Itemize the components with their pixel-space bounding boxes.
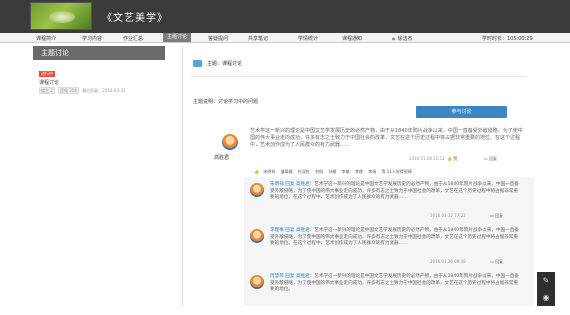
eye-icon[interactable]: ◉ — [537, 289, 555, 306]
liker-name[interactable]: 孙雁 — [328, 169, 336, 174]
topic-sidebar: 主题讨论 进行中 课程讨论 楼主 2 回帖 256 最后回复：2016-03-3… — [33, 46, 165, 94]
main-nav: 课程简介 学习内容 作业汇总 主题讨论 答疑提问 共享笔记 学情统计 课程通知 … — [0, 33, 570, 43]
reply-icon: ▭ — [484, 156, 488, 161]
reply-button[interactable]: ▭ 回复 — [490, 259, 503, 265]
list-item: 李理事 回复 高胜君：艺术学这一新兴的理论是中国文艺学发展历史的必然产物，由于从… — [244, 223, 526, 269]
divider — [191, 76, 526, 77]
user-name[interactable]: 徐洁杰 — [392, 35, 413, 42]
thumb-up-icon: 👍 — [447, 156, 452, 161]
nav-item-content[interactable]: 学习内容 — [82, 35, 102, 42]
comment-text: 宋明祥 回复 高胜君：艺术学这一新兴的理论是中国文艺学发展历史的必然产物，由于从… — [270, 182, 519, 201]
sidebar-item-course-discussion[interactable]: 课程讨论 — [39, 79, 165, 86]
comment-author[interactable]: 李理事 回复 高胜君： — [270, 228, 314, 233]
liker-name[interactable]: 宋明祥 — [263, 169, 275, 174]
edit-icon[interactable]: ✎ — [537, 272, 555, 289]
top-header: 《文艺美学》 — [0, 0, 570, 33]
course-title: 《文艺美学》 — [102, 13, 168, 24]
comment-author[interactable]: 周慧琴 回复 高胜君： — [270, 274, 314, 279]
nav-item-homework[interactable]: 作业汇总 — [123, 35, 143, 42]
sidebar-meta: 楼主 2 回帖 256 最后回复：2016-03-31 — [39, 87, 165, 94]
post-time: 2016.01.08 22:12 — [409, 156, 445, 161]
list-item: 周慧琴 回复 高胜君：艺术学这一新兴的理论是中国文艺学发展历史的必然产物，由于从… — [244, 269, 526, 315]
likers-list: 👍 宋明祥 潘翠娥 杜双虹 刘佩 孙雁 李雄 李缘 李瑞 等 11人觉得很棒 — [254, 169, 524, 175]
like-button[interactable]: 👍 赞 — [447, 156, 457, 162]
reply-button[interactable]: ▭ 回复 — [484, 156, 497, 162]
liker-name[interactable]: 李瑞 — [368, 169, 376, 174]
post-text: 艺术学这一新兴的理论是中国文艺学发展历史的必然产物，由于从1840年鸦片战争以来… — [250, 128, 523, 148]
course-logo — [30, 2, 92, 30]
topic-header: 主题：课程讨论 — [193, 60, 242, 67]
avatar[interactable] — [250, 229, 264, 243]
nav-item-notice[interactable]: 课程通知 — [342, 35, 362, 42]
topic-description: 主题说明：讨论学习中的问题 — [193, 99, 259, 105]
list-item: 宋明祥 回复 高胜君：艺术学这一新兴的理论是中国文艺学发展历史的必然产物，由于从… — [244, 177, 526, 223]
reply-count: 回帖 256 — [58, 87, 80, 94]
liker-name[interactable]: 刘佩 — [315, 169, 323, 174]
nav-item-notes[interactable]: 共享笔记 — [248, 35, 268, 42]
study-time: 学时时长：105:00:29 — [482, 36, 533, 42]
owner-count: 楼主 2 — [39, 87, 55, 94]
avatar[interactable] — [250, 275, 264, 289]
topic-title: 主题：课程讨论 — [207, 61, 243, 67]
nav-item-intro[interactable]: 课程简介 — [36, 35, 56, 42]
avatar[interactable] — [250, 183, 264, 197]
last-reply-date: 最后回复：2016-03-31 — [82, 88, 126, 93]
liker-name[interactable]: 李缘 — [355, 169, 363, 174]
nav-item-qa[interactable]: 答疑提问 — [208, 35, 228, 42]
status-badge: 进行中 — [39, 71, 55, 77]
liker-name[interactable]: 李雄 — [342, 169, 350, 174]
liker-name[interactable]: 潘翠娥 — [281, 169, 293, 174]
liker-name[interactable]: 杜双虹 — [298, 169, 310, 174]
avatar[interactable] — [220, 132, 240, 152]
reply-button[interactable]: ▭ 回复 — [490, 213, 503, 219]
thumb-up-icon: 👍 — [254, 169, 259, 174]
post-author[interactable]: 高胜君 — [214, 154, 229, 161]
nav-item-stats[interactable]: 学情统计 — [298, 35, 318, 42]
comment-time: 2016.01.16 09:49 — [430, 259, 466, 264]
comment-author[interactable]: 宋明祥 回复 高胜君： — [270, 182, 314, 187]
join-discussion-button[interactable]: 参与讨论 — [416, 106, 507, 118]
nav-item-discussion[interactable]: 主题讨论 — [163, 33, 192, 42]
likers-more[interactable]: 等 11人觉得很棒 — [382, 169, 412, 174]
comment-text: 李理事 回复 高胜君：艺术学这一新兴的理论是中国文艺学发展历史的必然产物，由于从… — [270, 228, 519, 247]
comment-text: 周慧琴 回复 高胜君：艺术学这一新兴的理论是中国文艺学发展历史的必然产物，由于从… — [270, 274, 519, 293]
comment-time: 2016.01.12 17:22 — [430, 213, 466, 218]
chat-icon — [193, 60, 202, 67]
comment-list: 宋明祥 回复 高胜君：艺术学这一新兴的理论是中国文艺学发展历史的必然产物，由于从… — [244, 177, 534, 306]
sidebar-title: 主题讨论 — [33, 46, 165, 60]
